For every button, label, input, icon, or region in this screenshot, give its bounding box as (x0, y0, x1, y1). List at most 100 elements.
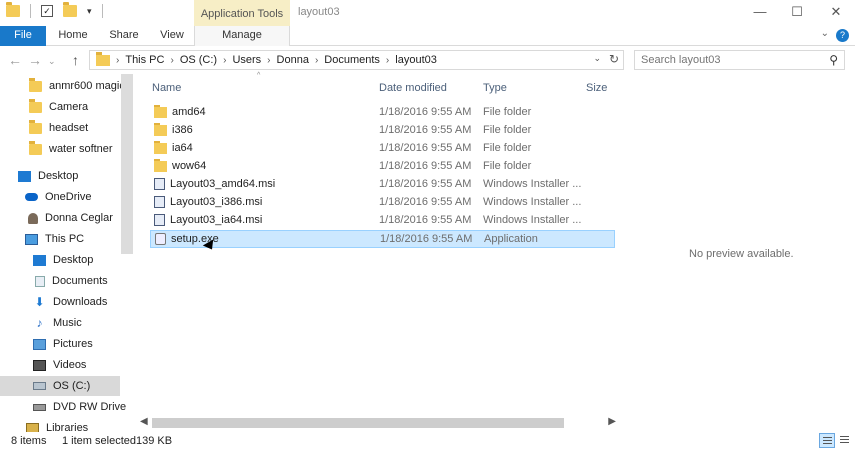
up-icon[interactable]: ↑ (72, 52, 79, 68)
folder-icon (154, 122, 167, 136)
file-name-text: Layout03_amd64.msi (170, 178, 276, 190)
tab-home[interactable]: Home (52, 26, 94, 46)
nav-item-donna-ceglar[interactable]: Donna Ceglar (0, 208, 120, 228)
nav-item-water-softner[interactable]: water softner (0, 139, 120, 159)
breadcrumb-layout03[interactable]: layout03 (395, 54, 437, 66)
nav-item-anmr600-magic[interactable]: anmr600 magic (0, 76, 125, 96)
help-icon[interactable]: ? (836, 29, 849, 42)
file-row-layout03-ia64-msi[interactable]: Layout03_ia64.msi 1/18/2016 9:55 AM Wind… (150, 212, 615, 230)
tab-manage[interactable]: Manage (194, 26, 290, 46)
file-row-layout03-i386-msi[interactable]: Layout03_i386.msi 1/18/2016 9:55 AM Wind… (150, 194, 615, 212)
nav-item-label: Desktop (38, 170, 79, 182)
nav-scrollbar[interactable] (121, 74, 133, 254)
file-name-text: amd64 (172, 106, 206, 118)
maximize-button[interactable]: ☐ (785, 2, 809, 22)
application-tools-tab: Application Tools (194, 0, 290, 26)
nav-item-label: Music (53, 317, 82, 329)
details-view-icon[interactable] (819, 433, 835, 448)
chevron-right-icon[interactable]: › (386, 55, 389, 66)
file-row-wow64[interactable]: wow64 1/18/2016 9:55 AM File folder (150, 158, 615, 176)
column-header-date[interactable]: Date modified (379, 82, 447, 94)
nav-item-downloads[interactable]: ⬇ Downloads (0, 292, 120, 312)
desktop-icon (18, 170, 31, 182)
file-type: File folder (483, 142, 532, 154)
customize-toolbar-icon[interactable]: ▾ (87, 6, 92, 17)
file-name: Layout03_ia64.msi (154, 214, 262, 226)
folder-icon (29, 119, 42, 134)
nav-item-os-c[interactable]: OS (C:) (0, 376, 120, 396)
nav-item-headset[interactable]: headset (0, 118, 120, 138)
breadcrumb-this-pc[interactable]: This PC (125, 54, 164, 66)
folder-icon (154, 140, 167, 154)
file-name: wow64 (154, 158, 206, 172)
tab-share[interactable]: Share (104, 26, 144, 46)
file-name-text: Layout03_ia64.msi (170, 214, 263, 226)
preview-pane-message: No preview available. (689, 248, 794, 260)
tab-file[interactable]: File (0, 26, 46, 46)
search-input[interactable] (635, 51, 815, 69)
breadcrumb-donna[interactable]: Donna (277, 54, 309, 66)
chevron-right-icon[interactable]: › (315, 55, 318, 66)
title-bar: ✓ ▾ Application Tools layout03 — ☐ ✕ (0, 0, 855, 26)
nav-item-camera[interactable]: Camera (0, 97, 120, 117)
file-name-text: Layout03_i386.msi (170, 196, 263, 208)
chevron-right-icon[interactable]: › (170, 55, 173, 66)
file-row-i386[interactable]: i386 1/18/2016 9:55 AM File folder (150, 122, 615, 140)
chevron-right-icon[interactable]: › (223, 55, 226, 66)
recent-locations-icon[interactable]: ⌄ (48, 56, 56, 67)
back-icon[interactable]: ← (8, 52, 22, 68)
properties-icon[interactable]: ✓ (41, 5, 53, 17)
refresh-icon[interactable]: ↻ (609, 52, 619, 66)
file-row-ia64[interactable]: ia64 1/18/2016 9:55 AM File folder (150, 140, 615, 158)
file-row-amd64[interactable]: amd64 1/18/2016 9:55 AM File folder (150, 104, 615, 122)
file-name-text: ia64 (172, 142, 193, 154)
nav-item-onedrive[interactable]: OneDrive (0, 187, 120, 207)
nav-item-dvd-rw-drive[interactable]: DVD RW Drive (0, 397, 126, 417)
search-icon[interactable]: ⚲ (829, 53, 838, 67)
file-type: Windows Installer ... (483, 178, 582, 190)
expand-ribbon-icon[interactable]: ⌄ (821, 28, 829, 39)
nav-item-label: Videos (53, 359, 87, 371)
nav-item-music[interactable]: ♪ Music (0, 313, 120, 333)
horizontal-scrollbar[interactable]: ◀ ▶ (136, 415, 620, 431)
folder-icon (29, 77, 42, 92)
breadcrumb-os-c[interactable]: OS (C:) (180, 54, 217, 66)
nav-item-pictures[interactable]: Pictures (0, 334, 120, 354)
file-date: 1/18/2016 9:55 AM (379, 124, 472, 136)
column-header-type[interactable]: Type (483, 82, 507, 94)
desktop-icon (33, 254, 46, 266)
tab-view[interactable]: View (154, 26, 190, 46)
scroll-left-icon[interactable]: ◀ (140, 416, 148, 427)
search-box[interactable]: ⚲ (634, 50, 845, 70)
nav-item-documents[interactable]: Documents (0, 271, 120, 291)
new-folder-icon[interactable] (63, 2, 77, 17)
nav-item-label: OS (C:) (53, 380, 91, 392)
nav-item-desktop-root[interactable]: Desktop (0, 166, 120, 186)
nav-item-libraries[interactable]: Libraries (0, 418, 120, 432)
nav-item-this-pc[interactable]: This PC (0, 229, 120, 249)
toolbar-separator (101, 4, 103, 18)
column-header-name[interactable]: Name (152, 82, 181, 94)
breadcrumb-documents[interactable]: Documents (324, 54, 380, 66)
scrollbar-thumb[interactable] (152, 418, 564, 428)
forward-icon[interactable]: → (28, 52, 42, 68)
minimize-button[interactable]: — (748, 2, 772, 22)
file-row-setup-exe[interactable]: setup.exe 1/18/2016 9:55 AM Application (150, 230, 615, 248)
large-icons-view-icon[interactable] (837, 433, 853, 448)
close-button[interactable]: ✕ (824, 2, 848, 22)
address-bar[interactable]: › This PC › OS (C:) › Users › Donna › Do… (89, 50, 624, 70)
nav-item-videos[interactable]: Videos (0, 355, 120, 375)
nav-item-desktop[interactable]: Desktop (0, 250, 120, 270)
folder-icon (29, 98, 42, 113)
chevron-down-icon[interactable]: ⌄ (593, 53, 601, 64)
file-name: ia64 (154, 140, 193, 154)
msi-icon (154, 196, 165, 208)
breadcrumb-users[interactable]: Users (232, 54, 261, 66)
nav-item-label: headset (49, 122, 89, 134)
libraries-icon (26, 422, 39, 432)
column-header-size[interactable]: Size (586, 82, 607, 94)
file-row-layout03-amd64-msi[interactable]: Layout03_amd64.msi 1/18/2016 9:55 AM Win… (150, 176, 615, 194)
chevron-right-icon[interactable]: › (267, 55, 270, 66)
chevron-right-icon[interactable]: › (116, 55, 119, 66)
scroll-right-icon[interactable]: ▶ (608, 416, 616, 427)
